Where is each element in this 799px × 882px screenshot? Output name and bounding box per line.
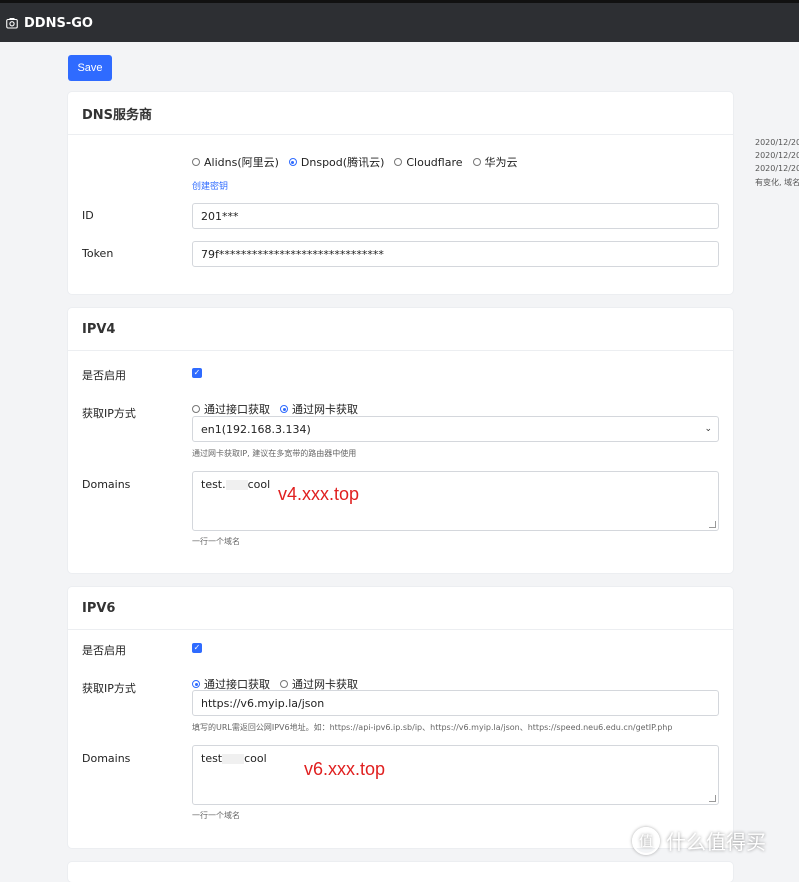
ipv4-card: IPV4 是否启用 ✓ 获取IP方式 通过接口获取 通过网卡获取 en1(192…: [68, 308, 733, 573]
radio-icon[interactable]: [472, 158, 481, 166]
ipv4-domains-textarea[interactable]: test. cool: [192, 471, 719, 531]
ipv4-domain-annotation: v4.xxx.top: [278, 484, 360, 504]
ipv6-enable-label: 是否启用: [82, 644, 126, 657]
ipv4-method-label: 获取IP方式: [82, 407, 136, 420]
dns-provider-card: DNS服务商 Alidns(阿里云) Dnspod(腾讯云) Cloudflar…: [68, 92, 733, 294]
ipv6-domain-suffix: cool: [244, 752, 267, 765]
camera-icon: [6, 18, 18, 29]
resize-handle-icon[interactable]: [709, 795, 716, 802]
ipv6-enable-checkbox[interactable]: ✓: [192, 643, 202, 653]
radio-checked-icon[interactable]: [288, 158, 297, 166]
radio-label: Cloudflare: [406, 155, 463, 169]
top-navbar: DDNS-GO: [0, 0, 799, 42]
log-line: 2020/12/20: [755, 151, 799, 160]
radio-checked-icon[interactable]: [192, 680, 200, 688]
ipv6-domain-annotation: v6.xxx.top: [304, 759, 386, 779]
radio-option-nic[interactable]: 通过网卡获取: [280, 401, 358, 417]
log-line: 有变化, 域名: [755, 178, 799, 187]
radio-icon[interactable]: [192, 405, 200, 413]
ipv6-url-value: https://v6.myip.la/json: [201, 696, 325, 710]
radio-checked-icon[interactable]: [280, 405, 288, 413]
ipv6-domains-textarea[interactable]: test cool: [192, 745, 719, 805]
app-title: DDNS-GO: [24, 15, 93, 31]
ipv4-interface-help: 通过网卡获取IP, 建议在多宽带的路由器中使用: [192, 449, 357, 458]
ipv6-url-field[interactable]: https://v6.myip.la/json: [192, 690, 719, 716]
ipv6-domain-prefix: test: [201, 752, 223, 765]
ipv4-domain-suffix: cool: [247, 478, 271, 491]
ipv4-domains-label: Domains: [82, 478, 131, 491]
radio-option-dnspod[interactable]: Dnspod(腾讯云): [288, 154, 385, 170]
radio-option-api[interactable]: 通过接口获取: [192, 401, 270, 417]
radio-label: 华为云: [484, 156, 518, 169]
watermark-text: 什么值得买: [666, 832, 766, 854]
ipv4-method-radio-group: 通过接口获取 通过网卡获取: [192, 401, 358, 417]
radio-icon[interactable]: [280, 680, 288, 688]
radio-option-cloudflare[interactable]: Cloudflare: [394, 155, 463, 169]
ipv4-interface-select[interactable]: en1(192.168.3.134) ⌄: [192, 416, 719, 442]
radio-label: 通过接口获取: [204, 403, 270, 416]
ipv6-card: IPV6 是否启用 ✓ 获取IP方式 通过接口获取 通过网卡获取 https:/…: [68, 587, 733, 848]
ipv4-enable-checkbox[interactable]: ✓: [192, 368, 202, 378]
id-field[interactable]: 201***: [192, 203, 719, 229]
token-value: 79f******************************: [201, 247, 384, 261]
ipv4-interface-value: en1(192.168.3.134): [201, 422, 311, 436]
dns-card-title: DNS服务商: [68, 92, 733, 135]
redacted-block: [222, 754, 245, 764]
ipv6-domains-help: 一行一个域名: [192, 811, 240, 820]
ipv4-card-title: IPV4: [68, 308, 733, 351]
radio-icon[interactable]: [192, 158, 200, 166]
next-card: [68, 862, 733, 882]
radio-icon[interactable]: [394, 158, 403, 166]
radio-label: 通过网卡获取: [292, 403, 358, 416]
create-key-link[interactable]: 创建密钥: [192, 179, 228, 192]
radio-label: Dnspod(腾讯云): [300, 156, 385, 169]
ipv6-domains-label: Domains: [82, 752, 131, 765]
log-line: 2020/12/20: [755, 138, 799, 147]
chevron-down-icon: ⌄: [704, 424, 712, 434]
radio-label: Alidns(阿里云): [204, 156, 279, 169]
log-line: 2020/12/20: [755, 164, 799, 173]
radio-option-alidns[interactable]: Alidns(阿里云): [192, 154, 279, 170]
ipv6-method-label: 获取IP方式: [82, 682, 136, 695]
ipv6-url-help: 填写的URL需返回公网IPV6地址。如：https://api-ipv6.ip.…: [192, 723, 673, 732]
token-label: Token: [82, 247, 114, 260]
ipv4-domain-prefix: test.: [201, 478, 226, 491]
redacted-block: [225, 480, 248, 490]
ipv4-enable-label: 是否启用: [82, 369, 126, 382]
resize-handle-icon[interactable]: [709, 521, 716, 528]
radio-option-huaweicloud[interactable]: 华为云: [472, 154, 518, 170]
token-field[interactable]: 79f******************************: [192, 241, 719, 267]
dns-provider-radio-group: Alidns(阿里云) Dnspod(腾讯云) Cloudflare 华为云: [192, 154, 518, 170]
save-button[interactable]: Save: [68, 55, 112, 81]
ipv4-domains-help: 一行一个域名: [192, 537, 240, 546]
brand[interactable]: DDNS-GO: [6, 13, 93, 33]
watermark: 值 什么值得买: [632, 826, 766, 855]
ipv6-card-title: IPV6: [68, 587, 733, 630]
id-value: 201***: [201, 209, 239, 223]
watermark-logo-icon: 值: [632, 826, 660, 855]
id-label: ID: [82, 209, 94, 222]
